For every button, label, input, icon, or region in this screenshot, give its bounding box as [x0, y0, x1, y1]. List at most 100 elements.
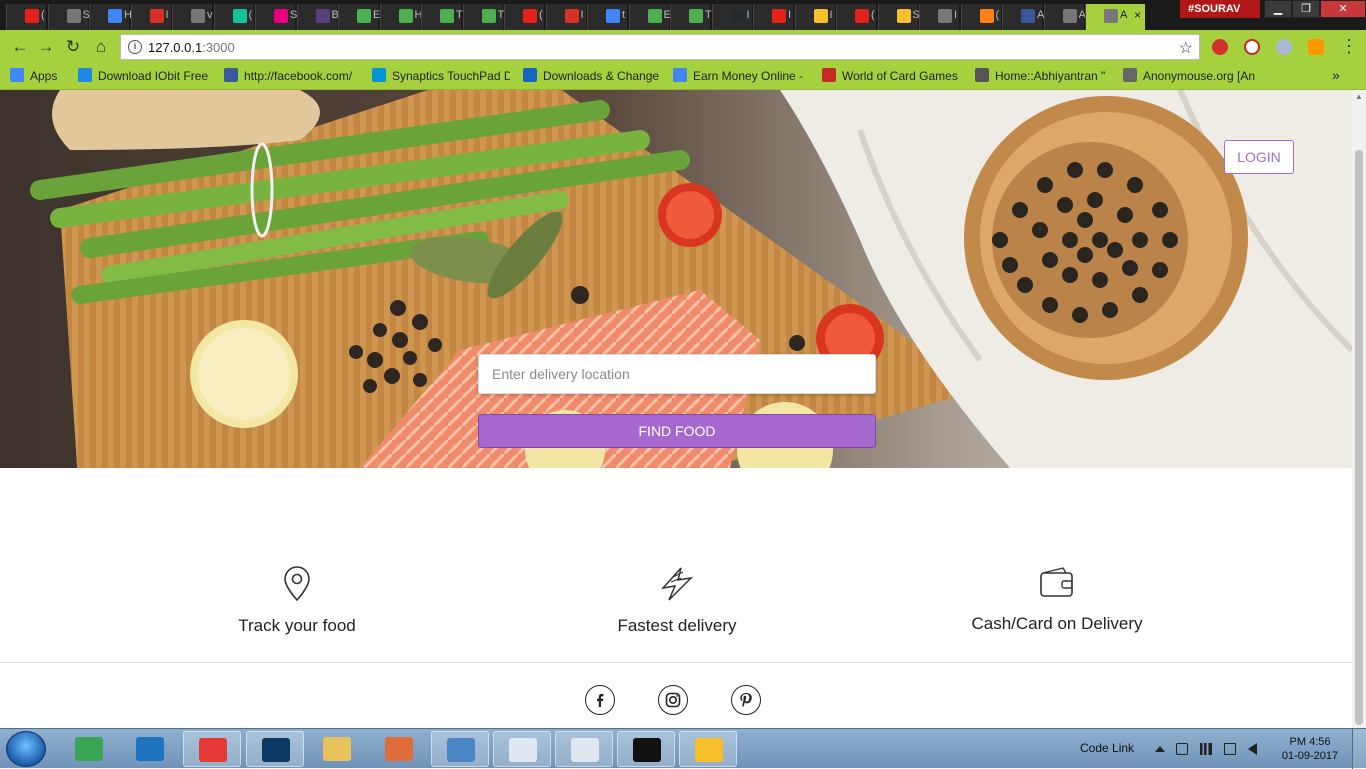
taskbar-app[interactable] — [431, 731, 489, 767]
tab-strip: (S H Iv(S B E H T T(It E T I I I(S I(A A A × — [0, 0, 1366, 30]
bookmark-item[interactable]: Anonymouse.org [An — [1123, 68, 1259, 84]
browser-tab[interactable]: ( — [836, 4, 876, 30]
address-bar[interactable]: i 127.0.0.1:3000 ☆ — [120, 34, 1200, 60]
extension-block-icon[interactable] — [1244, 39, 1260, 55]
pinterest-icon[interactable] — [731, 685, 761, 715]
taskbar-app[interactable] — [370, 731, 428, 767]
bookmark-item[interactable]: Earn Money Online - — [673, 68, 809, 84]
bookmark-item[interactable]: World of Card Games — [822, 68, 967, 84]
close-window-button[interactable]: ✕ — [1320, 0, 1366, 18]
menu-dots-icon[interactable]: ⋮ — [1340, 36, 1358, 56]
delivery-location-input[interactable] — [478, 354, 876, 394]
browser-tab[interactable]: I — [130, 4, 171, 30]
browser-tab[interactable]: I — [919, 4, 959, 30]
scrollbar-thumb[interactable] — [1355, 150, 1363, 725]
browser-tab[interactable]: E — [338, 4, 380, 30]
browser-tab[interactable]: I — [753, 4, 793, 30]
taskbar-app[interactable] — [121, 731, 179, 767]
show-desktop-button[interactable] — [1352, 729, 1366, 769]
browser-tab[interactable]: S — [877, 4, 920, 30]
browser-tab[interactable]: T — [462, 4, 504, 30]
back-arrow-icon[interactable]: ← — [10, 37, 30, 57]
reload-icon[interactable]: ↻ — [63, 37, 83, 57]
browser-tab[interactable]: H — [89, 4, 132, 30]
browser-tab[interactable]: T — [670, 4, 712, 30]
windows-start-icon[interactable] — [6, 731, 46, 767]
browser-tab[interactable]: t — [587, 4, 627, 30]
browser-tab[interactable]: A — [1043, 4, 1086, 30]
network-signal-icon[interactable] — [1200, 743, 1212, 755]
maximize-button[interactable]: ❐ — [1292, 0, 1320, 18]
info-icon[interactable]: i — [128, 40, 142, 54]
bookmarks-more-icon[interactable]: » — [1332, 67, 1340, 83]
browser-tab[interactable]: ( — [6, 4, 46, 30]
taskbar-app[interactable] — [493, 731, 551, 767]
tray-device-icon[interactable] — [1176, 743, 1188, 755]
home-icon[interactable]: ⌂ — [91, 37, 111, 57]
taskbar-app[interactable] — [183, 731, 241, 767]
profile-button[interactable]: #SOURAV — [1180, 0, 1260, 18]
bookmark-item[interactable]: Home::Abhiyantran " — [975, 68, 1111, 84]
extension-react-icon[interactable] — [1276, 39, 1292, 55]
browser-tab[interactable]: I — [545, 4, 586, 30]
browser-tab[interactable]: I — [794, 4, 835, 30]
bookmark-item[interactable]: Synaptics TouchPad D — [372, 68, 510, 84]
github-icon — [730, 9, 745, 23]
instagram-icon[interactable] — [658, 685, 688, 715]
close-tab-icon[interactable]: × — [1134, 8, 1141, 22]
browser-tab[interactable]: ( — [960, 4, 1001, 30]
flag-warning-icon[interactable] — [1224, 743, 1236, 755]
scroll-up-icon[interactable]: ▲ — [1355, 92, 1363, 101]
address-url[interactable]: 127.0.0.1:3000 — [148, 40, 235, 55]
login-button[interactable]: LOGIN — [1224, 140, 1294, 174]
code-link-toolbar[interactable]: Code Link — [1080, 741, 1134, 755]
bookmark-item[interactable]: Download IObit Free — [78, 68, 210, 84]
bookmark-item[interactable]: Apps — [10, 68, 70, 84]
footer-divider — [0, 662, 1352, 663]
browser-tab[interactable]: ( — [213, 4, 254, 30]
bookmark-item[interactable]: http://facebook.com/ — [224, 68, 356, 84]
browser-tab[interactable]: A × — [1085, 4, 1145, 30]
find-food-button[interactable]: FIND FOOD — [478, 414, 876, 448]
browser-tab[interactable]: v — [172, 4, 213, 30]
browser-tab[interactable]: S — [255, 4, 297, 30]
browser-tab[interactable]: B — [296, 4, 339, 30]
taskbar-app[interactable] — [617, 731, 675, 767]
forward-arrow-icon[interactable]: → — [36, 37, 56, 57]
bookmark-item[interactable]: Downloads & Change — [523, 68, 661, 84]
facebook-icon[interactable] — [585, 685, 615, 715]
browser-tab[interactable]: ( — [504, 4, 544, 30]
browser-tab[interactable]: H — [379, 4, 422, 30]
iobit-icon — [78, 68, 92, 82]
page-scrollbar[interactable]: ▲ — [1352, 90, 1366, 728]
chrome-icon — [199, 738, 227, 762]
w3schools-icon — [689, 9, 703, 23]
volume-icon[interactable] — [1248, 743, 1257, 755]
bookmark-star-icon[interactable]: ☆ — [1179, 38, 1193, 58]
bookmark-label: Home::Abhiyantran " — [995, 69, 1106, 83]
minimize-button[interactable]: ▁ — [1264, 0, 1292, 18]
extension-uc-icon[interactable] — [1308, 39, 1324, 55]
browser-tab[interactable]: S — [47, 4, 90, 30]
taskbar-app[interactable] — [308, 731, 366, 767]
system-clock[interactable]: PM 4:56 01-09-2017 — [1280, 735, 1340, 763]
google-icon — [673, 68, 687, 82]
page-icon — [938, 9, 952, 23]
taskbar-app[interactable] — [246, 731, 304, 767]
hp-icon — [372, 68, 386, 82]
bookmark-label: Apps — [30, 69, 58, 83]
taskbar-app[interactable] — [60, 731, 118, 767]
browser-tab[interactable]: I — [711, 4, 752, 30]
tray-expand-icon[interactable] — [1155, 746, 1165, 752]
browser-tab[interactable]: T — [421, 4, 463, 30]
photo-viewer-icon — [447, 738, 475, 762]
page-icon — [66, 9, 81, 23]
extension-adblock-icon[interactable] — [1212, 39, 1228, 55]
taskbar-app[interactable] — [679, 731, 737, 767]
browser-tab[interactable]: E — [628, 4, 671, 30]
browser-tab[interactable]: A — [1002, 4, 1044, 30]
bookmarks-bar: » Apps Download IObit Free http://facebook… — [0, 63, 1366, 90]
emoji-icon — [695, 738, 723, 762]
taskbar-app[interactable] — [555, 731, 613, 767]
page-icon — [1062, 9, 1077, 23]
